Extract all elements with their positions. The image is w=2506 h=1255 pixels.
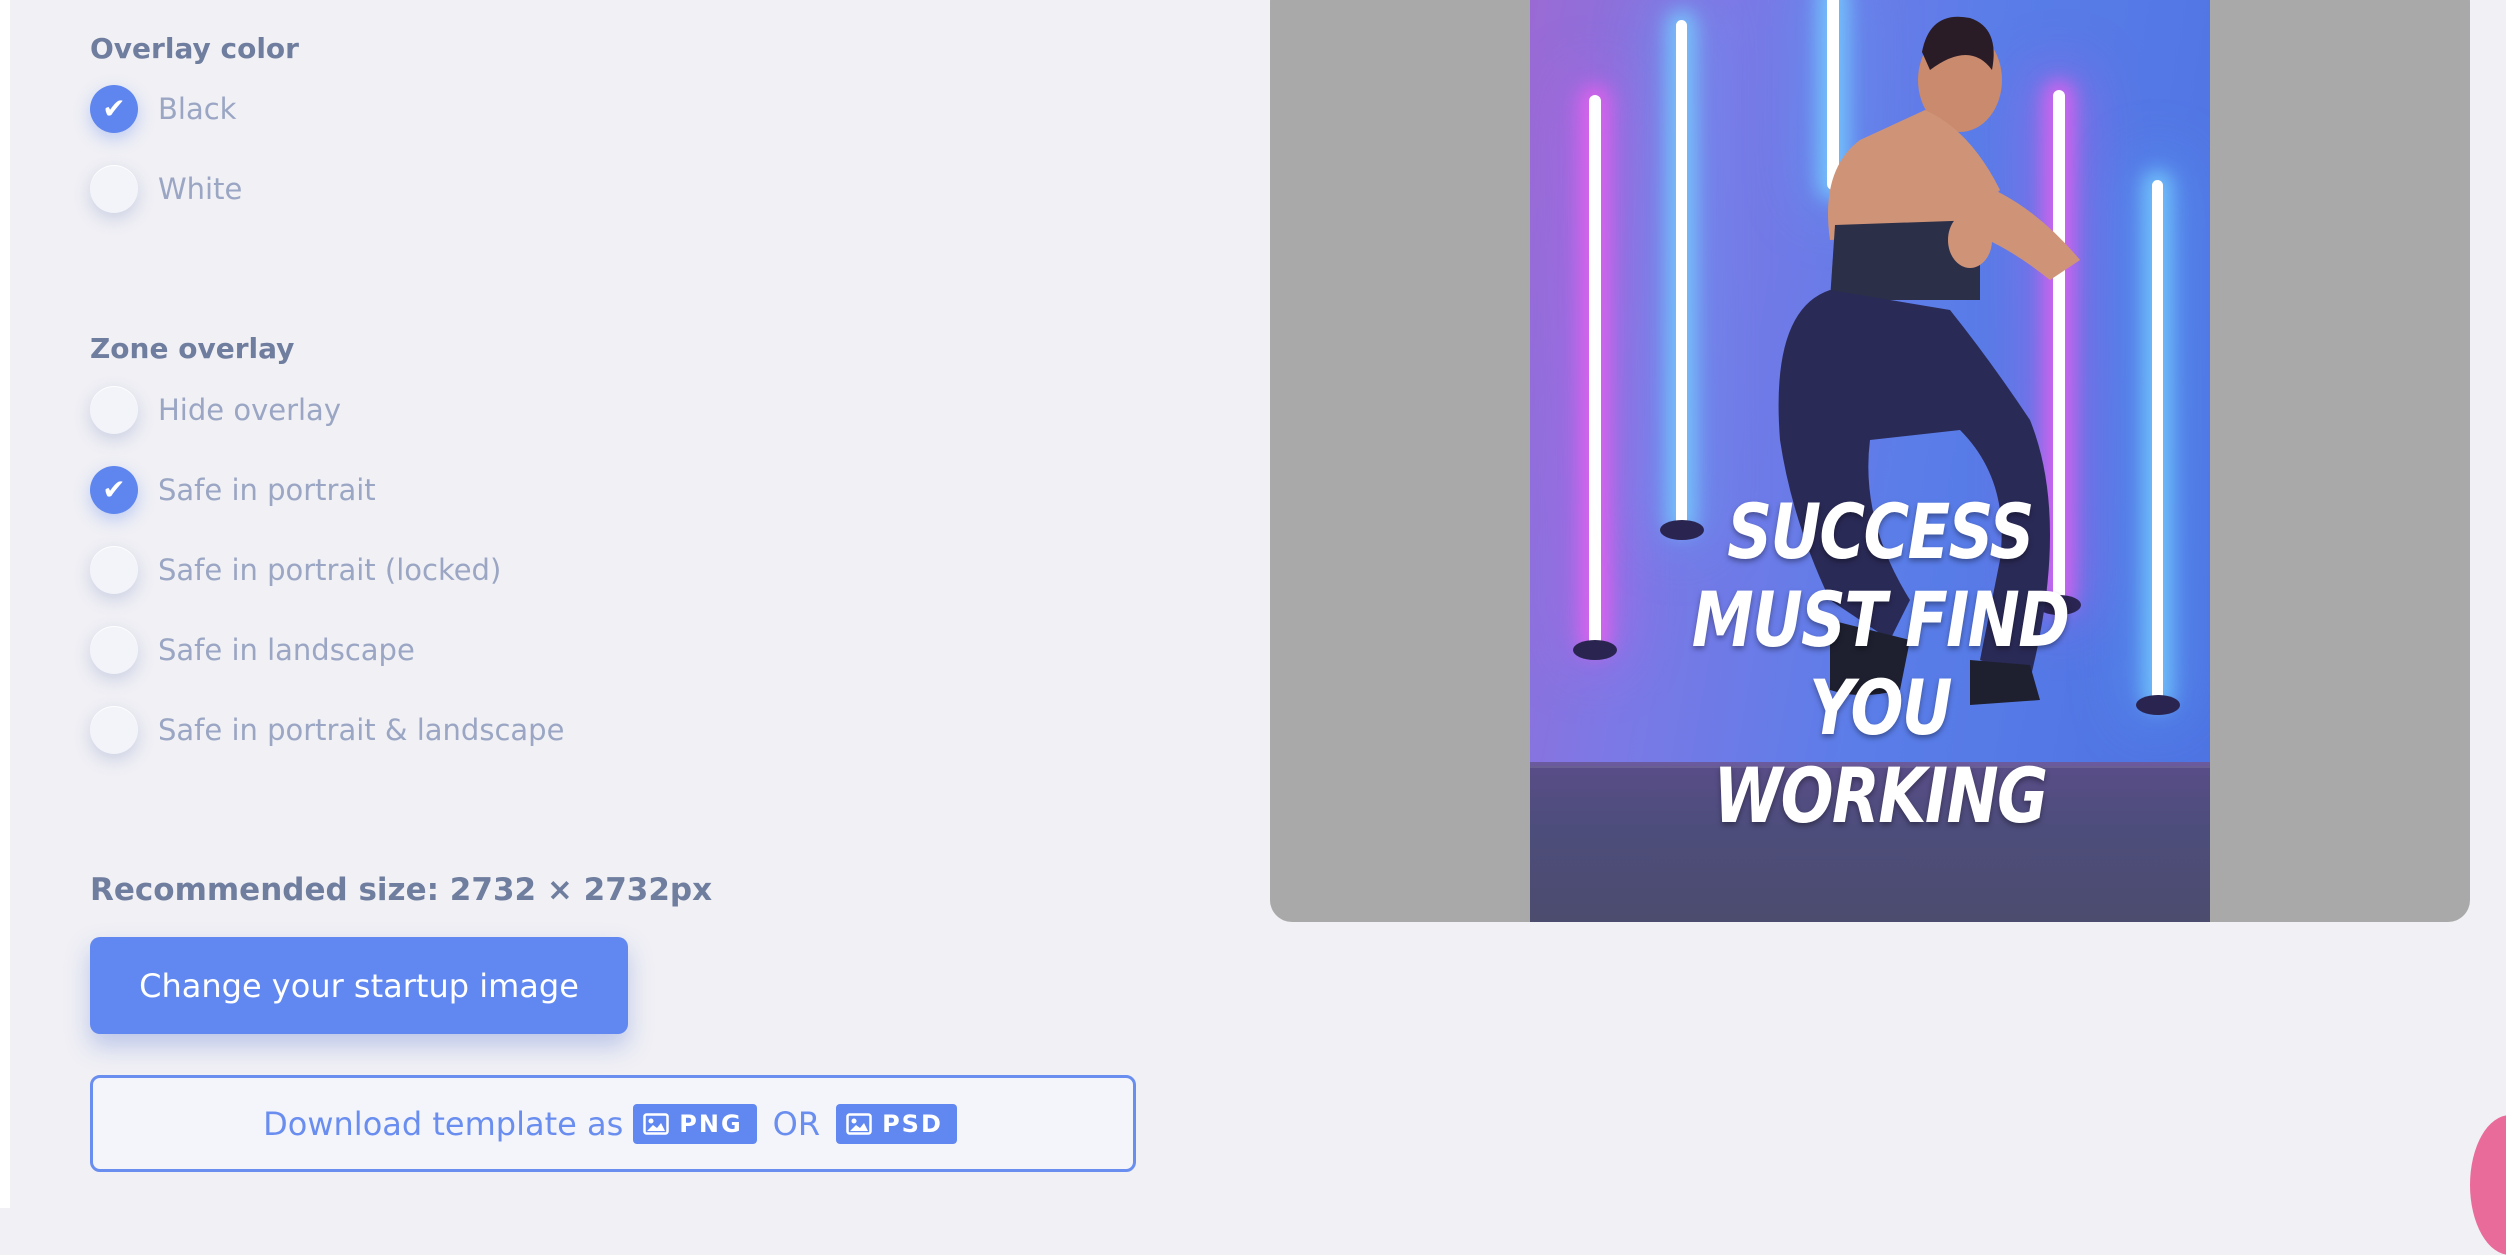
- overlay-color-option-white[interactable]: White: [90, 164, 242, 214]
- download-png-button[interactable]: PNG: [633, 1103, 757, 1144]
- left-rail: [0, 0, 10, 1208]
- download-psd-button[interactable]: PSD: [836, 1103, 957, 1144]
- radio-unchecked[interactable]: [90, 165, 138, 213]
- radio-label: Hide overlay: [158, 393, 341, 427]
- poster-line: MUST FIND: [1691, 575, 2070, 664]
- radio-checked[interactable]: ✔: [90, 85, 138, 133]
- download-template-box: Download template as PNG OR PSD: [90, 1075, 1136, 1172]
- poster-line: YOU WORKING: [1713, 663, 2048, 840]
- radio-unchecked[interactable]: [90, 706, 138, 754]
- startup-image-preview: SUCCESS MUST FIND YOU WORKING: [1530, 0, 2210, 922]
- overlay-color-option-black[interactable]: ✔ Black: [90, 84, 236, 134]
- image-icon: [846, 1112, 872, 1135]
- radio-label: Safe in landscape: [158, 633, 415, 667]
- png-label: PNG: [679, 1109, 743, 1138]
- recommended-size: Recommended size: 2732 × 2732px: [90, 872, 713, 908]
- radio-unchecked[interactable]: [90, 386, 138, 434]
- corner-decoration: [2470, 1115, 2506, 1255]
- image-icon: [643, 1112, 670, 1135]
- checkmark-icon: ✔: [102, 92, 126, 125]
- radio-unchecked[interactable]: [90, 626, 138, 674]
- radio-label: Safe in portrait: [158, 473, 376, 507]
- radio-unchecked[interactable]: [90, 546, 138, 594]
- zone-overlay-option-safe-portrait-locked[interactable]: Safe in portrait (locked): [90, 545, 501, 595]
- change-startup-image-button[interactable]: Change your startup image: [90, 937, 628, 1034]
- zone-overlay-option-safe-portrait[interactable]: ✔ Safe in portrait: [90, 465, 376, 515]
- overlay-color-title: Overlay color: [90, 32, 299, 65]
- radio-label: Safe in portrait & landscape: [158, 713, 565, 747]
- preview-panel: SUCCESS MUST FIND YOU WORKING: [1270, 0, 2470, 922]
- zone-overlay-title: Zone overlay: [90, 332, 295, 365]
- download-or: OR: [772, 1104, 821, 1143]
- checkmark-icon: ✔: [102, 473, 126, 506]
- radio-label: Black: [158, 92, 237, 126]
- zone-overlay-option-safe-portrait-landscape[interactable]: Safe in portrait & landscape: [90, 705, 564, 755]
- poster-line: SUCCESS: [1727, 487, 2034, 576]
- poster-headline: SUCCESS MUST FIND YOU WORKING: [1642, 488, 2118, 840]
- zone-overlay-option-hide[interactable]: Hide overlay: [90, 385, 341, 435]
- radio-label: White: [158, 172, 243, 206]
- radio-label: Safe in portrait (locked): [158, 553, 502, 587]
- zone-overlay-option-safe-landscape[interactable]: Safe in landscape: [90, 625, 415, 675]
- psd-label: PSD: [882, 1109, 943, 1138]
- download-prefix: Download template as: [263, 1104, 624, 1143]
- radio-checked[interactable]: ✔: [90, 466, 138, 514]
